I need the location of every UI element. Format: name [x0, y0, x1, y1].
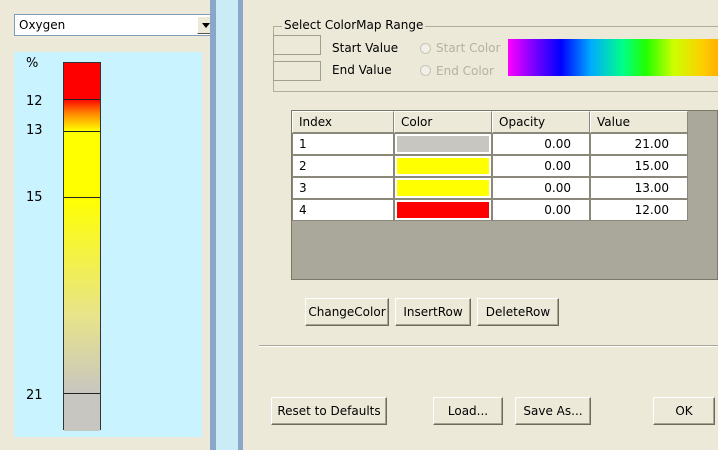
color-legend: % 12 13 15 21	[14, 52, 202, 437]
table-cell-color[interactable]	[394, 177, 492, 199]
colormap-table: Index Color Opacity Value 1 0.00 21.00 2…	[291, 110, 718, 280]
legend-segment-gradient	[64, 99, 100, 131]
start-color-label: Start Color	[436, 41, 501, 55]
colormap-range-group: Select ColorMap Range Start Value Start …	[273, 18, 718, 92]
table-cell-index[interactable]: 3	[292, 177, 394, 199]
legend-segment-yellow	[64, 131, 100, 197]
table-cell-opacity[interactable]: 0.00	[492, 133, 590, 155]
panel-gap	[216, 0, 238, 450]
table-cell-value[interactable]: 21.00	[590, 133, 688, 155]
color-legend-bar	[63, 62, 101, 431]
end-value-label: End Value	[332, 63, 392, 77]
legend-tick-label-15: 15	[26, 190, 43, 205]
unit-label: %	[26, 56, 39, 71]
legend-tick-label-21: 21	[26, 388, 43, 403]
variable-dropdown[interactable]: Oxygen	[14, 14, 216, 36]
end-value-field[interactable]	[273, 61, 321, 81]
save-as-button[interactable]: Save As...	[515, 397, 591, 425]
legend-segment-gray	[64, 393, 100, 431]
end-color-radio[interactable]	[420, 65, 431, 76]
table-cell-opacity[interactable]: 0.00	[492, 199, 590, 221]
table-cell-color[interactable]	[394, 199, 492, 221]
table-cell-index[interactable]: 1	[292, 133, 394, 155]
load-button[interactable]: Load...	[433, 397, 503, 425]
column-header-color[interactable]: Color	[394, 111, 492, 133]
colormap-dialog: Select ColorMap Range Start Value Start …	[243, 0, 718, 450]
legend-tick-12	[64, 99, 100, 100]
start-color-radio[interactable]	[420, 43, 431, 54]
color-swatch	[397, 202, 489, 218]
insert-row-button[interactable]: InsertRow	[395, 298, 471, 326]
column-header-index[interactable]: Index	[292, 111, 394, 133]
column-header-value[interactable]: Value	[590, 111, 688, 133]
legend-segment-red	[64, 63, 100, 99]
column-header-opacity[interactable]: Opacity	[492, 111, 590, 133]
table-cell-value[interactable]: 13.00	[590, 177, 688, 199]
end-color-label: End Color	[436, 64, 494, 78]
table-cell-opacity[interactable]: 0.00	[492, 155, 590, 177]
table-cell-index[interactable]: 2	[292, 155, 394, 177]
legend-panel: Oxygen % 12 13 15 21	[0, 0, 216, 450]
table-cell-color[interactable]	[394, 133, 492, 155]
footer-separator	[259, 345, 718, 347]
table-cell-index[interactable]: 4	[292, 199, 394, 221]
legend-tick-13	[64, 131, 100, 132]
table-cell-value[interactable]: 15.00	[590, 155, 688, 177]
color-swatch	[397, 136, 489, 152]
colormap-spectrum	[508, 39, 718, 76]
table-cell-opacity[interactable]: 0.00	[492, 177, 590, 199]
change-color-button[interactable]: ChangeColor	[305, 298, 389, 326]
start-value-field[interactable]	[273, 35, 321, 55]
start-value-label: Start Value	[332, 41, 399, 55]
legend-tick-label-12: 12	[26, 94, 43, 109]
group-title: Select ColorMap Range	[282, 18, 426, 32]
ok-button[interactable]: OK	[653, 397, 715, 425]
color-swatch	[397, 180, 489, 196]
legend-tick-21	[64, 393, 100, 394]
legend-segment-fade	[64, 197, 100, 393]
table-cell-color[interactable]	[394, 155, 492, 177]
reset-defaults-button[interactable]: Reset to Defaults	[271, 397, 387, 425]
delete-row-button[interactable]: DeleteRow	[477, 298, 559, 326]
color-swatch	[397, 158, 489, 174]
legend-tick-label-13: 13	[26, 123, 43, 138]
table-cell-value[interactable]: 12.00	[590, 199, 688, 221]
legend-tick-15	[64, 197, 100, 198]
variable-dropdown-value: Oxygen	[19, 18, 66, 32]
